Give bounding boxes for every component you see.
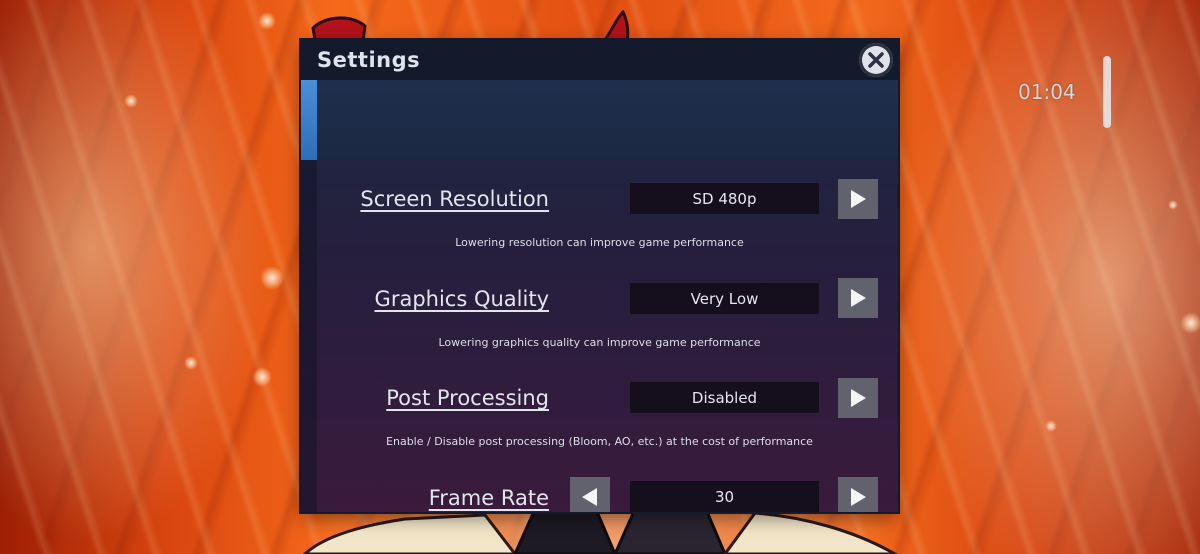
- page-title: Settings: [317, 48, 421, 72]
- sparkle: [260, 266, 284, 290]
- sparkle: [1168, 200, 1178, 210]
- screen-resolution-description: Lowering resolution can improve game per…: [455, 236, 744, 249]
- arrow-right-icon: [851, 488, 866, 506]
- game-background: 01:04 Settings Screen Resolution SD 480p…: [0, 0, 1200, 554]
- post-processing-next-button[interactable]: [838, 378, 878, 418]
- close-button[interactable]: [859, 43, 893, 77]
- settings-header: Settings: [301, 40, 898, 80]
- post-processing-label[interactable]: Post Processing: [341, 386, 549, 410]
- graphics-quality-next-button[interactable]: [838, 278, 878, 318]
- sparkle: [258, 12, 276, 30]
- sparkle: [124, 94, 138, 108]
- screen-resolution-label[interactable]: Screen Resolution: [341, 187, 549, 211]
- screen-resolution-value: SD 480p: [630, 183, 819, 214]
- hud-vertical-bar: [1103, 56, 1111, 128]
- close-icon: [868, 52, 884, 68]
- frame-rate-value: 30: [630, 481, 819, 512]
- frame-rate-label[interactable]: Frame Rate: [341, 486, 549, 510]
- settings-panel: Settings Screen Resolution SD 480p Lower…: [301, 40, 898, 512]
- arrow-right-icon: [851, 289, 866, 307]
- active-tab-indicator[interactable]: [301, 80, 317, 160]
- frame-rate-prev-button[interactable]: [570, 477, 610, 512]
- sparkle: [252, 367, 272, 387]
- sparkle: [1045, 420, 1057, 432]
- arrow-right-icon: [851, 190, 866, 208]
- graphics-quality-value: Very Low: [630, 283, 819, 314]
- settings-tab-strip[interactable]: [301, 80, 898, 160]
- arrow-right-icon: [851, 389, 866, 407]
- post-processing-value: Disabled: [630, 382, 819, 413]
- game-timer: 01:04: [1018, 80, 1076, 104]
- character-outfit-bottom: [302, 505, 899, 554]
- screen-resolution-next-button[interactable]: [838, 179, 878, 219]
- frame-rate-next-button[interactable]: [838, 477, 878, 512]
- post-processing-description: Enable / Disable post processing (Bloom,…: [386, 435, 813, 448]
- sparkle: [1180, 312, 1200, 334]
- sparkle: [184, 356, 198, 370]
- arrow-left-icon: [582, 488, 597, 506]
- graphics-quality-label[interactable]: Graphics Quality: [341, 287, 549, 311]
- graphics-quality-description: Lowering graphics quality can improve ga…: [438, 336, 761, 349]
